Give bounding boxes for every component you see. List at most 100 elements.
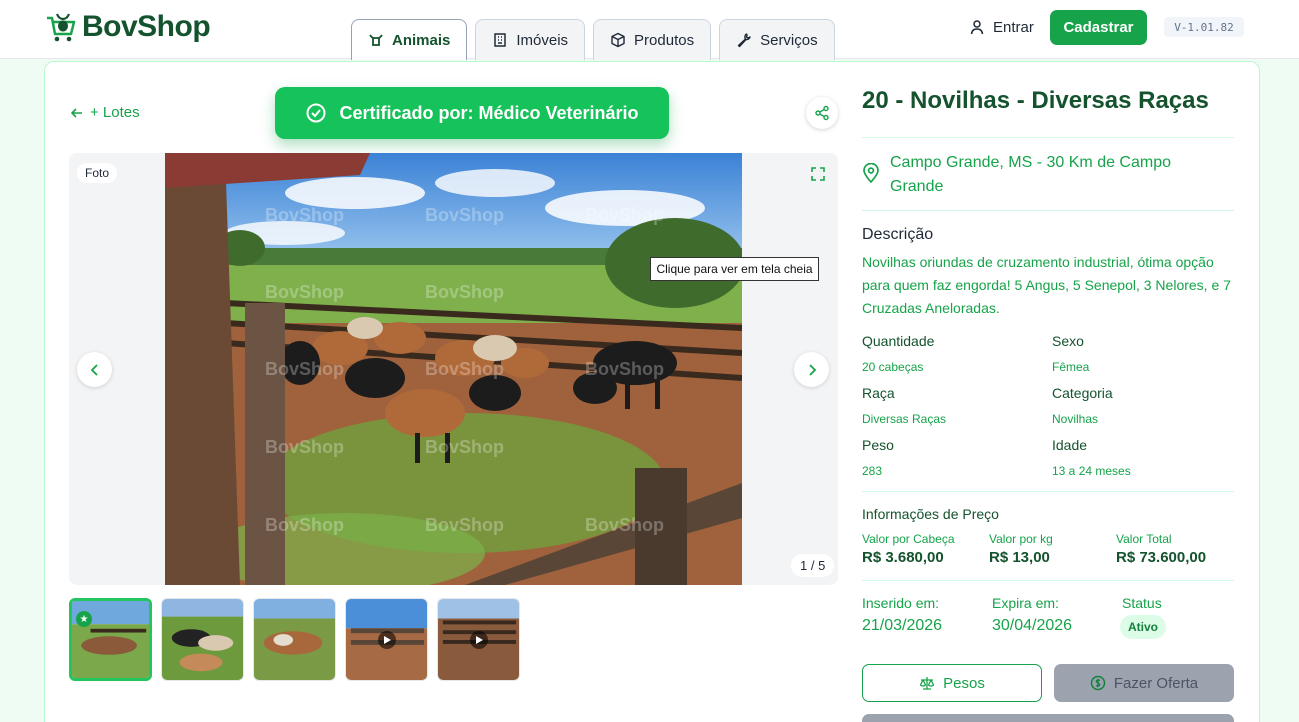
spec-value-categoria: Novilhas (1052, 412, 1099, 426)
thumbnail-3[interactable] (253, 598, 336, 681)
divider (862, 210, 1234, 211)
inserted-label: Inserido em: (862, 595, 940, 611)
certificate-text: Certificado por: Médico Veterinário (339, 102, 639, 123)
chevron-left-icon (90, 363, 98, 376)
fullscreen-icon[interactable] (810, 166, 826, 182)
price-per-head-label: Valor por Cabeça (862, 532, 955, 546)
spec-value-peso: 283 (862, 464, 883, 478)
price-total: R$ 73.600,00 (1116, 549, 1207, 566)
status-badge: Ativo (1120, 615, 1166, 639)
thumbnail-5-video[interactable] (437, 598, 520, 681)
price-heading: Informações de Preço (862, 506, 999, 522)
next-photo-button[interactable] (794, 352, 829, 387)
make-offer-button[interactable]: Fazer Oferta (1054, 664, 1234, 702)
thumbnail-1[interactable]: ★ (69, 598, 152, 681)
spec-label-idade: Idade (1052, 437, 1088, 453)
spec-value-sexo: Fêmea (1052, 360, 1090, 374)
top-header: BovShop Animais Imóveis Produtos Serviço… (0, 0, 1299, 60)
tab-label: Serviços (760, 31, 818, 49)
box-icon (611, 32, 625, 48)
spec-label-sexo: Sexo (1052, 333, 1084, 349)
arrow-left-icon (70, 107, 82, 118)
main-photo[interactable]: BovShop BovShop BovShop BovShop BovShop … (165, 153, 742, 585)
cattle-pen-photo: BovShop BovShop BovShop BovShop BovShop … (165, 153, 742, 585)
brand-logo[interactable]: BovShop (44, 10, 211, 44)
dollar-circle-icon (1090, 675, 1106, 691)
previous-photo-button[interactable] (77, 352, 112, 387)
expires-label: Expira em: (992, 595, 1059, 611)
divider (862, 491, 1234, 492)
svg-text:BovShop: BovShop (425, 515, 504, 535)
photo-counter: 1 / 5 (791, 554, 835, 577)
price-per-kg-label: Valor por kg (989, 532, 1053, 546)
building-icon (494, 33, 507, 47)
version-badge: V-1.01.82 (1164, 17, 1244, 37)
back-label: + Lotes (90, 104, 140, 121)
status-label: Status (1122, 595, 1162, 611)
divider (862, 137, 1234, 138)
brand-name: BovShop (82, 10, 211, 43)
description-heading: Descrição (862, 226, 934, 243)
divider (862, 580, 1234, 581)
tab-animais[interactable]: Animais (351, 19, 468, 60)
svg-text:BovShop: BovShop (265, 515, 344, 535)
svg-text:BovShop: BovShop (425, 437, 504, 457)
back-to-lots-link[interactable]: + Lotes (70, 104, 140, 121)
category-tabs: Animais Imóveis Produtos Serviços (351, 19, 835, 60)
expires-date: 30/04/2026 (992, 617, 1073, 634)
location-text: Campo Grande, MS - 30 Km de Campo Grande (890, 154, 1172, 195)
description-text: Novilhas oriundas de cruzamento industri… (862, 254, 1231, 316)
certificate-banner: Certificado por: Médico Veterinário (275, 87, 669, 139)
login-link[interactable]: Entrar (969, 17, 1034, 37)
spec-value-raca: Diversas Raças (862, 412, 947, 426)
location: Campo Grande, MS - 30 Km de Campo Grande (862, 151, 1210, 199)
svg-text:BovShop: BovShop (265, 205, 344, 225)
spec-label-quantidade: Quantidade (862, 333, 935, 349)
scale-icon (919, 677, 935, 690)
weights-button[interactable]: Pesos (862, 664, 1042, 702)
svg-text:BovShop: BovShop (425, 359, 504, 379)
weights-label: Pesos (943, 674, 985, 692)
wrench-icon (737, 33, 751, 48)
map-pin-icon (863, 163, 879, 183)
listing-title: 20 - Novilhas - Diversas Raças (862, 87, 1209, 114)
spec-value-idade: 13 a 24 meses (1052, 464, 1131, 478)
svg-text:BovShop: BovShop (425, 282, 504, 302)
login-label: Entrar (993, 18, 1034, 36)
photo-viewer[interactable]: BovShop BovShop BovShop BovShop BovShop … (69, 153, 838, 585)
thumbnail-2[interactable] (161, 598, 244, 681)
play-icon (378, 631, 396, 649)
svg-text:BovShop: BovShop (585, 359, 664, 379)
price-per-head: R$ 3.680,00 (862, 549, 944, 566)
spec-label-categoria: Categoria (1052, 385, 1113, 401)
svg-text:BovShop: BovShop (425, 205, 504, 225)
user-icon (970, 20, 984, 35)
thumbnail-strip: ★ (69, 598, 520, 681)
spec-value-quantidade: 20 cabeças (862, 360, 924, 374)
thumbnail-4-video[interactable] (345, 598, 428, 681)
price-total-label: Valor Total (1116, 532, 1172, 546)
photo-badge: Foto (77, 163, 118, 183)
price-per-kg: R$ 13,00 (989, 549, 1050, 566)
featured-star-icon: ★ (76, 611, 92, 627)
signup-button[interactable]: Cadastrar (1050, 10, 1147, 45)
cow-icon (369, 34, 383, 46)
additional-action-button[interactable] (862, 714, 1234, 722)
share-button[interactable] (806, 97, 838, 129)
spec-label-raca: Raça (862, 385, 895, 401)
svg-text:BovShop: BovShop (585, 515, 664, 535)
cow-cart-logo-icon (47, 13, 76, 42)
play-icon (470, 631, 488, 649)
tab-produtos[interactable]: Produtos (593, 19, 712, 60)
spec-label-peso: Peso (862, 437, 894, 453)
check-circle-icon (306, 103, 326, 123)
share-icon (815, 105, 829, 121)
tab-label: Produtos (634, 31, 695, 49)
inserted-date: 21/03/2026 (862, 617, 943, 634)
svg-text:BovShop: BovShop (265, 437, 344, 457)
svg-text:BovShop: BovShop (585, 205, 664, 225)
tab-servicos[interactable]: Serviços (719, 19, 835, 60)
svg-text:BovShop: BovShop (265, 359, 344, 379)
fullscreen-tooltip: Clique para ver em tela cheia (650, 257, 819, 281)
tab-imoveis[interactable]: Imóveis (475, 19, 586, 60)
